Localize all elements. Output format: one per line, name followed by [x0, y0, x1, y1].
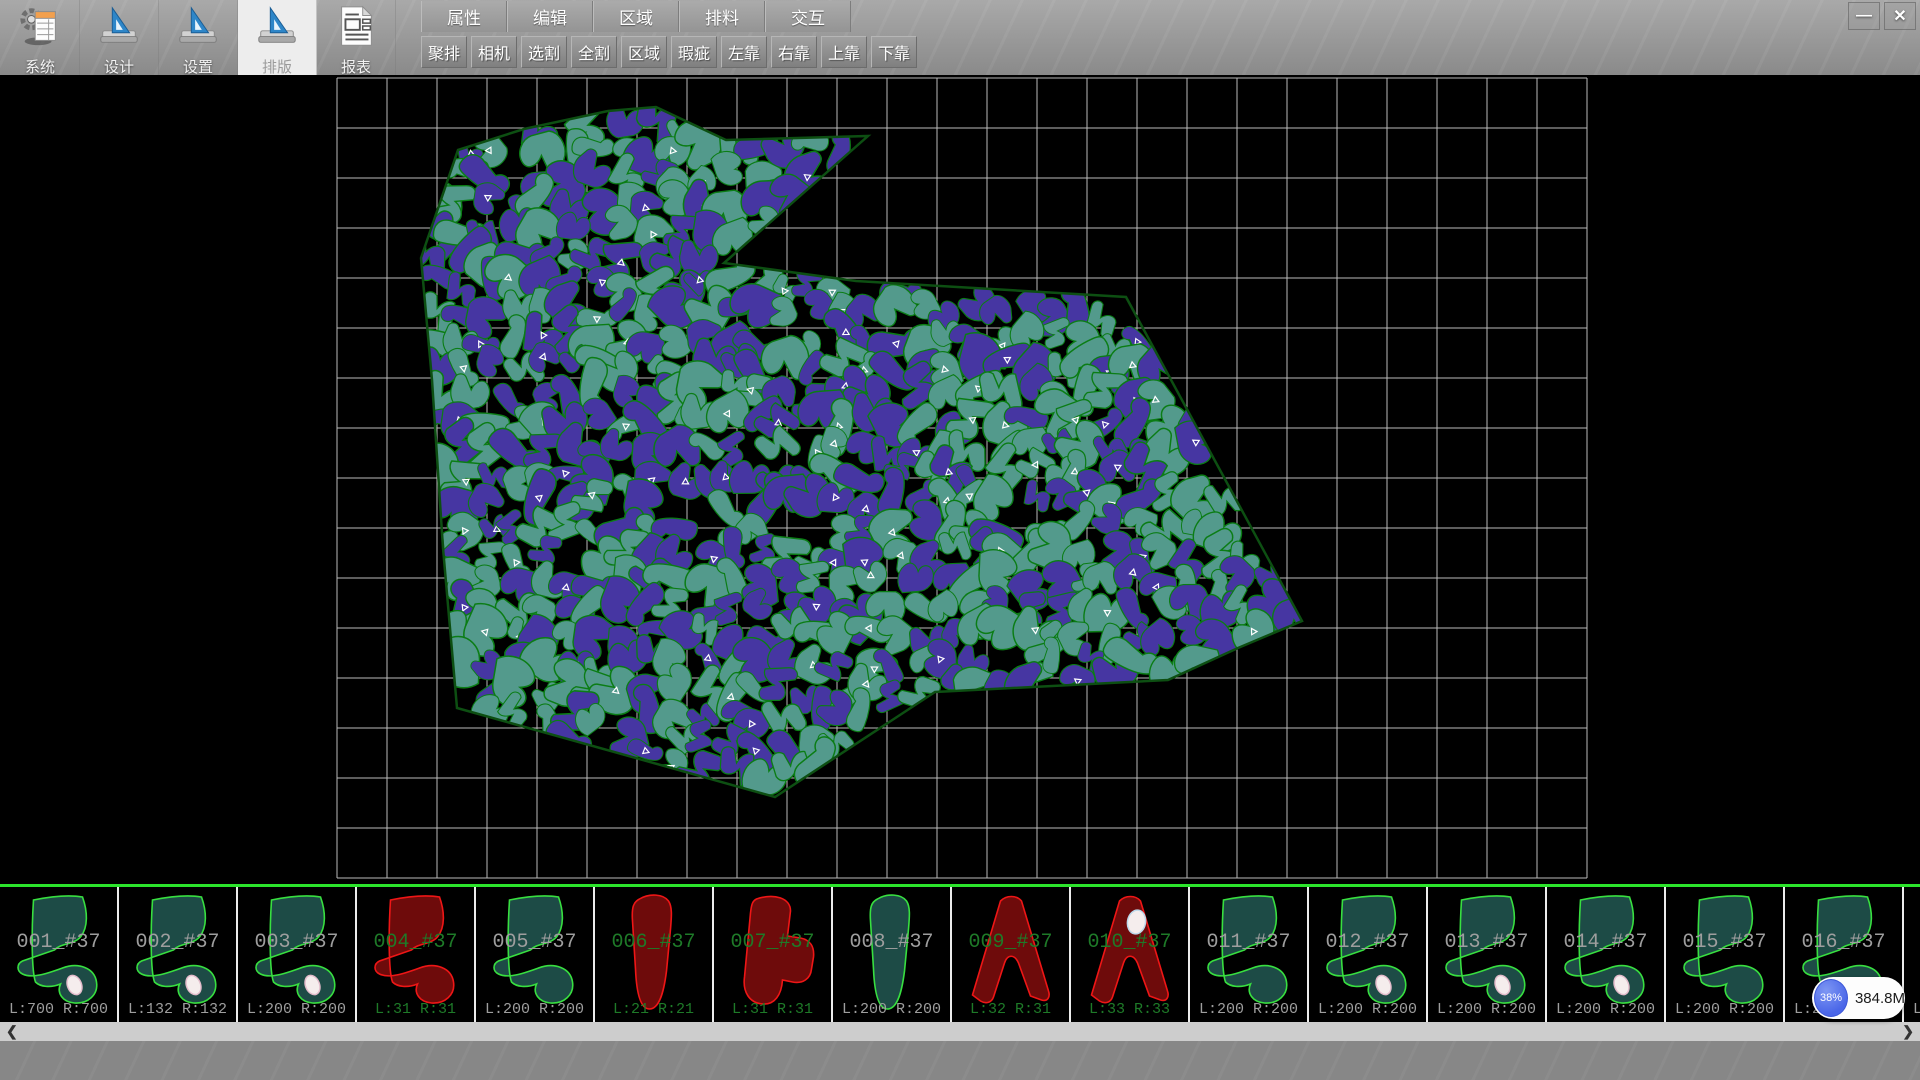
tool-snap-left[interactable]: 左靠	[721, 36, 767, 68]
tool-snap-top[interactable]: 上靠	[821, 36, 867, 68]
app-launcher-bar: 系统 设计 设置 排版 报表	[1, 0, 396, 75]
part-thumbnail[interactable]: 014_#37 L:200 R:200	[1547, 887, 1666, 1022]
menu-edit[interactable]: 编辑	[507, 1, 593, 32]
part-id-label: 001_#37	[0, 931, 117, 954]
part-thumbnail[interactable]: 001_#37 L:700 R:700	[0, 887, 119, 1022]
tool-camera[interactable]: 相机	[471, 36, 517, 68]
part-counts-label: L:200 R:200	[1547, 1001, 1664, 1018]
part-counts-label: L:200 R:200	[1666, 1001, 1783, 1018]
tool-button-bar: 聚排相机选割全割区域瑕疵左靠右靠上靠下靠	[421, 36, 921, 68]
part-id-label: 004_#37	[357, 931, 474, 954]
part-thumbnail[interactable]: 011_#37 L:200 R:200	[1190, 887, 1309, 1022]
app-button-label: 排版	[262, 56, 292, 75]
tool-cluster-nest[interactable]: 聚排	[421, 36, 467, 68]
scroll-left-arrow[interactable]: ❮	[0, 1022, 24, 1041]
tool-snap-bottom[interactable]: 下靠	[871, 36, 917, 68]
part-counts-label: L:200 R:200	[1904, 1001, 1920, 1018]
part-id-label: 009_#37	[952, 931, 1069, 954]
part-counts-label: L:132 R:132	[119, 1001, 236, 1018]
close-button[interactable]: ✕	[1884, 2, 1916, 30]
part-id-label: 003_#37	[238, 931, 355, 954]
app-button-layout[interactable]: 排版	[238, 0, 317, 75]
part-counts-label: L:31 R:31	[714, 1001, 831, 1018]
tool-cut-all[interactable]: 全割	[571, 36, 617, 68]
part-thumbnail[interactable]: 006_#37 L:21 R:21	[595, 887, 714, 1022]
menu-bar: 属性编辑区域排料交互	[421, 1, 851, 32]
part-counts-label: L:200 R:200	[1428, 1001, 1545, 1018]
nesting-canvas[interactable]	[0, 75, 1920, 884]
menu-nesting[interactable]: 排料	[679, 1, 765, 32]
scroll-right-arrow[interactable]: ❯	[1896, 1022, 1920, 1041]
app-button-label: 报表	[341, 56, 371, 75]
part-thumbnail[interactable]: 013_#37 L:200 R:200	[1428, 887, 1547, 1022]
app-button-system[interactable]: 系统	[1, 0, 80, 75]
parts-filmstrip: 001_#37L:700 R:700002_#37L:132 R:132003_…	[0, 884, 1920, 1022]
menu-properties[interactable]: 属性	[421, 1, 507, 32]
tool-region[interactable]: 区域	[621, 36, 667, 68]
part-counts-label: L:32 R:31	[952, 1001, 1069, 1018]
part-id-label: 007_#37	[714, 931, 831, 954]
part-counts-label: L:21 R:21	[595, 1001, 712, 1018]
part-thumbnail[interactable]: 017_#37 L:200 R:200	[1904, 887, 1920, 1022]
part-thumbnail[interactable]: 008_#37 L:200 R:200	[833, 887, 952, 1022]
app-button-label: 系统	[25, 56, 55, 75]
part-id-label: 006_#37	[595, 931, 712, 954]
app-button-settings[interactable]: 设置	[159, 0, 238, 75]
settings-icon	[175, 3, 221, 54]
part-counts-label: L:200 R:200	[476, 1001, 593, 1018]
progress-badge: 38% 384.8M	[1812, 977, 1905, 1019]
report-icon	[333, 3, 379, 54]
part-thumbnail[interactable]: 004_#37 L:31 R:31	[357, 887, 476, 1022]
part-counts-label: L:200 R:200	[1190, 1001, 1307, 1018]
status-bar	[0, 1041, 1920, 1080]
part-id-label: 011_#37	[1190, 931, 1307, 954]
part-counts-label: L:200 R:200	[833, 1001, 950, 1018]
tool-snap-right[interactable]: 右靠	[771, 36, 817, 68]
progress-percent: 38%	[1814, 979, 1848, 1017]
nested-hide-drawing	[0, 75, 1920, 884]
part-id-label: 008_#37	[833, 931, 950, 954]
part-thumbnail[interactable]: 005_#37 L:200 R:200	[476, 887, 595, 1022]
horizontal-scrollbar[interactable]: ❮ ❯	[0, 1022, 1920, 1041]
app-button-design[interactable]: 设计	[80, 0, 159, 75]
part-id-label: 014_#37	[1547, 931, 1664, 954]
minimize-button[interactable]: —	[1848, 2, 1880, 30]
app-button-label: 设计	[104, 56, 134, 75]
part-thumbnail[interactable]: 003_#37 L:200 R:200	[238, 887, 357, 1022]
part-id-label: 005_#37	[476, 931, 593, 954]
part-id-label: 015_#37	[1666, 931, 1783, 954]
part-id-label: 013_#37	[1428, 931, 1545, 954]
part-counts-label: L:200 R:200	[238, 1001, 355, 1018]
part-thumbnail[interactable]: 007_#37 L:31 R:31	[714, 887, 833, 1022]
tool-defects[interactable]: 瑕疵	[671, 36, 717, 68]
toolbar: 系统设计设置排版报表 属性编辑区域排料交互 聚排相机选割全割区域瑕疵左靠右靠上靠…	[0, 0, 1920, 75]
part-id-label: 016_#37	[1785, 931, 1902, 954]
app-button-label: 设置	[183, 56, 213, 75]
part-counts-label: L:33 R:33	[1071, 1001, 1188, 1018]
part-thumbnail[interactable]: 012_#37 L:200 R:200	[1309, 887, 1428, 1022]
part-thumbnail[interactable]: 010_#37 L:33 R:33	[1071, 887, 1190, 1022]
part-thumbnail[interactable]: 009_#37 L:32 R:31	[952, 887, 1071, 1022]
part-thumbnail[interactable]: 002_#37 L:132 R:132	[119, 887, 238, 1022]
part-counts-label: L:31 R:31	[357, 1001, 474, 1018]
part-id-label: 010_#37	[1071, 931, 1188, 954]
app-button-report[interactable]: 报表	[317, 0, 396, 75]
application-window: 系统设计设置排版报表 属性编辑区域排料交互 聚排相机选割全割区域瑕疵左靠右靠上靠…	[0, 0, 1920, 1080]
tool-select-cut[interactable]: 选割	[521, 36, 567, 68]
memory-label: 384.8M	[1855, 990, 1905, 1007]
part-id-label: 012_#37	[1309, 931, 1426, 954]
menu-region[interactable]: 区域	[593, 1, 679, 32]
part-thumbnail[interactable]: 015_#37 L:200 R:200	[1666, 887, 1785, 1022]
menu-interact[interactable]: 交互	[765, 1, 851, 32]
part-id-label: 002_#37	[119, 931, 236, 954]
part-id-label: 017_#37	[1904, 931, 1920, 954]
layout-icon	[254, 3, 300, 54]
system-icon	[17, 3, 63, 54]
window-controls: — ✕	[1848, 2, 1916, 30]
part-counts-label: L:700 R:700	[0, 1001, 117, 1018]
design-icon	[96, 3, 142, 54]
part-counts-label: L:200 R:200	[1309, 1001, 1426, 1018]
